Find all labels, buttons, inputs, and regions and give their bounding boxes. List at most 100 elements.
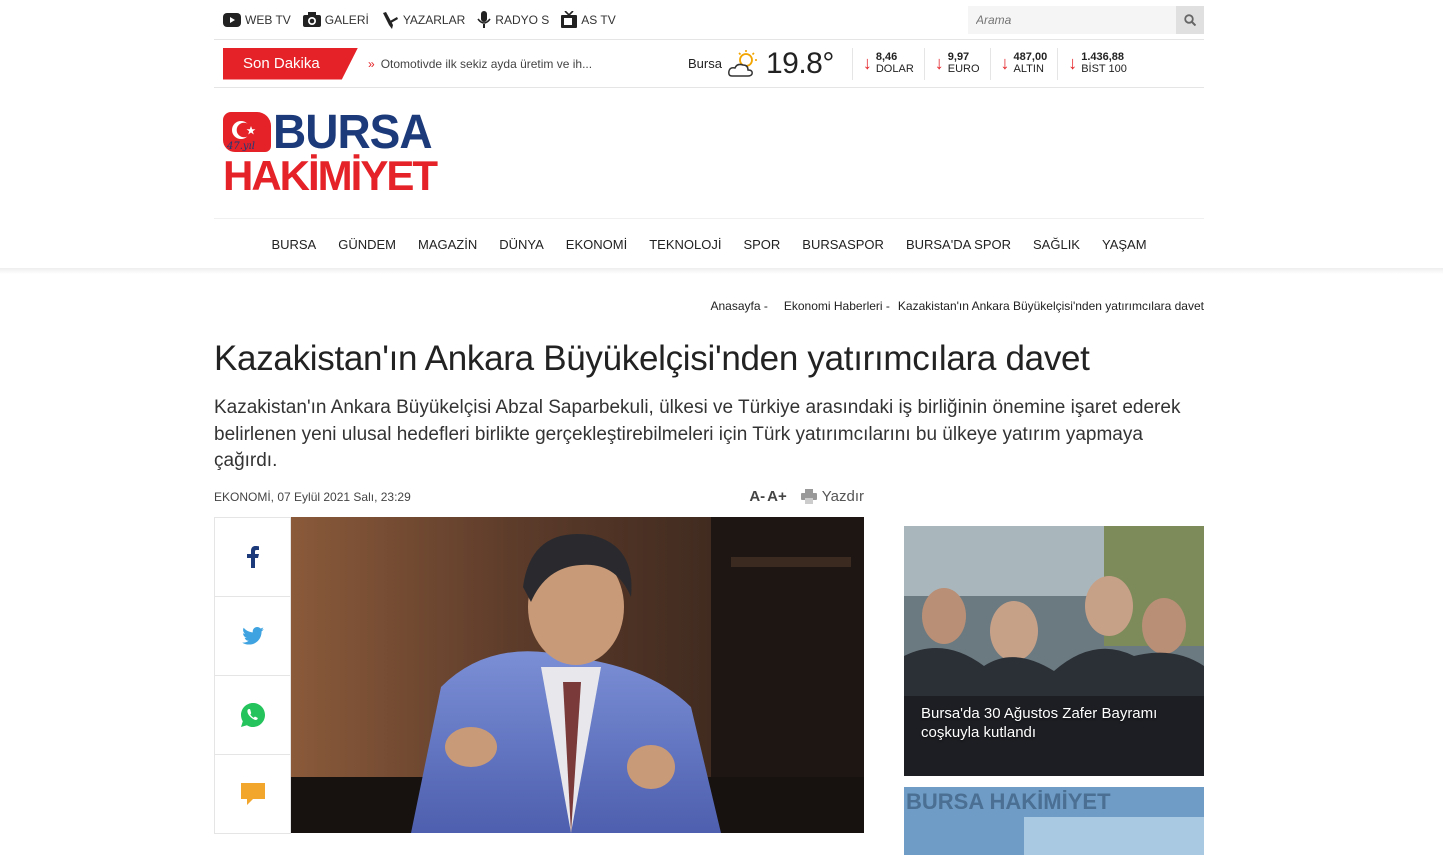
writers-link[interactable]: YAZARLAR xyxy=(381,11,465,29)
share-facebook[interactable] xyxy=(215,518,290,597)
rate-value: 9,97 xyxy=(947,51,970,63)
rate-value: 1.436,88 xyxy=(1081,51,1125,63)
page-container: WEB TV GALERİ YAZARLAR RADYO S AS TV Ara… xyxy=(214,0,1204,270)
share-whatsapp[interactable] xyxy=(215,676,290,755)
arrow-down-icon: ↓ xyxy=(1068,53,1078,73)
rate-label: BİST 100 xyxy=(1081,63,1127,75)
chevron-right-icon: » xyxy=(368,56,375,71)
facebook-icon xyxy=(246,545,259,568)
weather-temperature: 19.8° xyxy=(765,46,834,80)
comment-icon xyxy=(240,782,265,805)
logo-area: 47.yıl BURSA HAKİMİYET xyxy=(214,88,1204,218)
twitter-icon xyxy=(241,626,264,645)
sidebar-news-card[interactable]: Bursa'da 30 Ağustos Zafer Bayramı coşkuy… xyxy=(904,526,1204,776)
tv-icon xyxy=(561,11,578,28)
article-title: Kazakistan'ın Ankara Büyükelçisi'nden ya… xyxy=(214,339,1090,378)
as-tv-link[interactable]: AS TV xyxy=(561,11,616,28)
search-button[interactable] xyxy=(1176,5,1204,34)
youtube-icon xyxy=(223,12,241,27)
search-icon xyxy=(1184,13,1196,26)
weather-city: Bursa xyxy=(688,56,722,71)
logo-line2: HAKİMİYET xyxy=(223,152,438,199)
rate-dolar: ↓ 8,46 DOLAR xyxy=(851,47,924,80)
sidebar-news-card-2[interactable]: BURSA HAKİMİYET xyxy=(904,787,1204,855)
rate-label: EURO xyxy=(947,63,980,75)
article-image xyxy=(291,516,864,833)
flag-emblem: 47.yıl xyxy=(223,112,271,152)
rate-value: 487,00 xyxy=(1013,51,1048,63)
breadcrumb-category[interactable]: Ekonomi Haberleri - xyxy=(776,299,890,313)
nav-saglik[interactable]: SAĞLIK xyxy=(1033,237,1080,252)
pen-icon xyxy=(382,11,398,29)
ticker-headline: Otomotivde ilk sekiz ayda üretim ve ih..… xyxy=(380,56,593,71)
rate-value: 8,46 xyxy=(875,51,898,63)
share-bar xyxy=(214,516,291,834)
whatsapp-icon xyxy=(240,702,265,727)
gallery-link[interactable]: GALERİ xyxy=(302,12,369,27)
web-tv-label: WEB TV xyxy=(245,12,291,27)
emblem-text: 47.yıl xyxy=(226,141,255,152)
sidebar: Bursa'da 30 Ağustos Zafer Bayramı coşkuy… xyxy=(904,526,1204,855)
breaking-label: Son Dakika xyxy=(243,55,320,72)
print-button[interactable]: Yazdır xyxy=(800,488,864,505)
nav-bursaspor[interactable]: BURSASPOR xyxy=(802,237,884,252)
site-logo[interactable]: 47.yıl BURSA HAKİMİYET xyxy=(223,107,438,200)
writers-label: YAZARLAR xyxy=(402,12,466,27)
arrow-down-icon: ↓ xyxy=(1000,53,1010,73)
logo-line1: BURSA xyxy=(273,103,433,159)
font-decrease-button[interactable]: A- xyxy=(749,488,765,505)
gallery-label: GALERİ xyxy=(324,12,369,27)
nav-spor[interactable]: SPOR xyxy=(743,237,780,252)
rate-altin: ↓ 487,00 ALTIN xyxy=(989,47,1058,80)
search-input[interactable] xyxy=(968,5,1176,34)
rate-label: DOLAR xyxy=(875,63,914,75)
nav-gundem[interactable]: GÜNDEM xyxy=(338,237,396,252)
article-tools: A- A+ Yazdır xyxy=(749,488,864,505)
breadcrumb-current: Kazakistan'ın Ankara Büyükelçisi'nden ya… xyxy=(897,299,1204,313)
article-dateline: EKONOMİ, 07 Eylül 2021 Salı, 23:29 xyxy=(214,490,411,504)
nav-bursa[interactable]: BURSA xyxy=(271,237,316,252)
nav-yasam[interactable]: YAŞAM xyxy=(1102,237,1147,252)
microphone-icon xyxy=(477,10,491,28)
top-links: WEB TV GALERİ YAZARLAR RADYO S AS TV xyxy=(223,10,628,29)
arrow-down-icon: ↓ xyxy=(934,53,944,73)
top-bar: WEB TV GALERİ YAZARLAR RADYO S AS TV xyxy=(214,0,1204,40)
breaking-news-badge: Son Dakika xyxy=(223,47,358,80)
weather-widget: Bursa 19.8° xyxy=(688,47,834,81)
camera-icon xyxy=(302,12,321,27)
font-increase-button[interactable]: A+ xyxy=(767,488,787,505)
market-rates: ↓ 8,46 DOLAR ↓ 9,97 EURO ↓ 487,00 ALTIN ↓ 1.436… xyxy=(851,47,1137,80)
watermark-text: BURSA HAKİMİYET xyxy=(906,789,1111,814)
breadcrumb-category-label: Ekonomi Haberleri xyxy=(783,299,883,313)
web-tv-link[interactable]: WEB TV xyxy=(223,12,291,27)
print-label: Yazdır xyxy=(821,488,864,505)
partly-cloudy-icon xyxy=(728,49,757,77)
nav-dunya[interactable]: DÜNYA xyxy=(499,237,544,252)
article-category[interactable]: EKONOMİ xyxy=(214,490,271,504)
nav-teknoloji[interactable]: TEKNOLOJİ xyxy=(649,237,721,252)
breadcrumb: Anasayfa - Ekonomi Haberleri - Kazakista… xyxy=(214,299,1204,313)
rate-label: ALTIN xyxy=(1013,63,1044,75)
nav-ekonomi[interactable]: EKONOMİ xyxy=(566,237,627,252)
share-comment[interactable] xyxy=(215,755,290,833)
main-nav: BURSA GÜNDEM MAGAZİN DÜNYA EKONOMİ TEKNO… xyxy=(214,218,1204,270)
search-box xyxy=(968,5,1204,34)
printer-icon xyxy=(800,489,817,504)
nav-magazin[interactable]: MAGAZİN xyxy=(418,237,477,252)
news-ticker[interactable]: » Otomotivde ilk sekiz ayda üretim ve ih.… xyxy=(368,57,658,71)
article-spot: Kazakistan'ın Ankara Büyükelçisi Abzal S… xyxy=(214,397,1181,471)
radio-link[interactable]: RADYO S xyxy=(477,10,550,29)
article-date: , 07 Eylül 2021 Salı, 23:29 xyxy=(270,489,411,504)
share-twitter[interactable] xyxy=(215,597,290,676)
header-shadow xyxy=(0,268,1443,274)
rate-bist: ↓ 1.436,88 BİST 100 xyxy=(1057,47,1137,80)
breadcrumb-home-label: Anasayfa xyxy=(710,299,761,313)
sidebar-card-title: Bursa'da 30 Ağustos Zafer Bayramı coşkuy… xyxy=(921,705,1158,741)
breadcrumb-home[interactable]: Anasayfa - xyxy=(702,299,767,313)
rate-euro: ↓ 9,97 EURO xyxy=(923,47,990,80)
as-tv-label: AS TV xyxy=(581,12,616,27)
radio-label: RADYO S xyxy=(495,12,550,27)
article-meta: EKONOMİ, 07 Eylül 2021 Salı, 23:29 A- A+… xyxy=(214,485,864,509)
nav-bursada-spor[interactable]: BURSA'DA SPOR xyxy=(906,237,1011,252)
info-bar: Son Dakika » Otomotivde ilk sekiz ayda ür… xyxy=(214,40,1204,88)
